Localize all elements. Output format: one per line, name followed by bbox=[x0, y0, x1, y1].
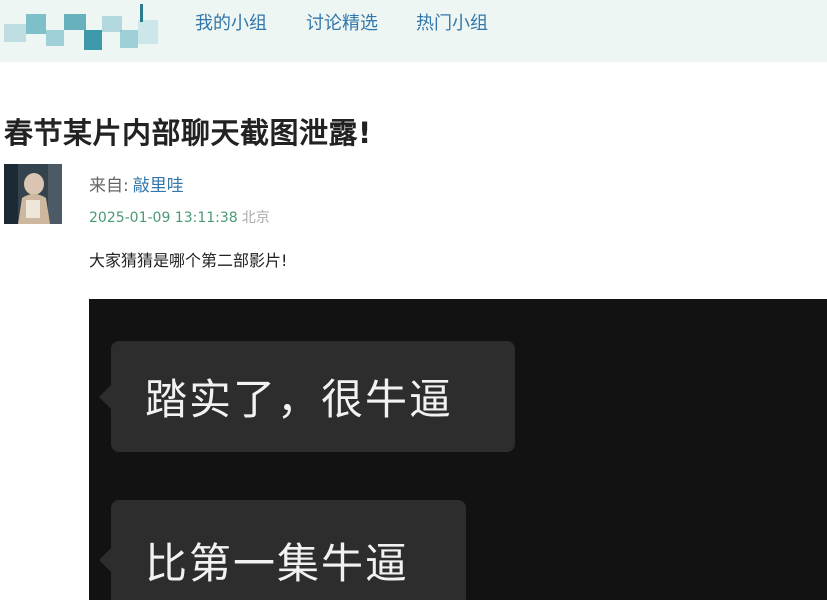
avatar[interactable] bbox=[4, 164, 62, 224]
nav-featured-discussions[interactable]: 讨论精选 bbox=[306, 9, 378, 35]
top-nav-bar: 我的小组 讨论精选 热门小组 bbox=[0, 0, 827, 62]
bubble-tail bbox=[99, 548, 111, 572]
chat-bubble: 比第一集牛逼 bbox=[99, 500, 466, 600]
author-link[interactable]: 敲里哇 bbox=[133, 176, 184, 196]
post-content: 大家猜猜是哪个第二部影片! bbox=[89, 251, 288, 270]
page-title: 春节某片内部聊天截图泄露! bbox=[4, 116, 372, 150]
site-logo[interactable] bbox=[0, 0, 165, 62]
post-meta: 2025-01-09 13:11:38 北京 bbox=[89, 207, 270, 227]
nav-my-groups[interactable]: 我的小组 bbox=[195, 9, 267, 35]
bubble-tail bbox=[99, 384, 111, 409]
from-label: 来自: bbox=[89, 176, 129, 196]
nav-hot-groups[interactable]: 热门小组 bbox=[416, 9, 488, 35]
chat-message-text: 比第一集牛逼 bbox=[145, 538, 410, 588]
chat-screenshot-image: 踏实了，很牛逼 比第一集牛逼 bbox=[89, 299, 827, 600]
avatar-photo bbox=[4, 164, 62, 224]
chat-bubble: 踏实了，很牛逼 bbox=[99, 341, 515, 452]
post-author-line: 来自: 敲里哇 bbox=[89, 171, 184, 196]
post-location: 北京 bbox=[241, 210, 270, 226]
chat-message-text: 踏实了，很牛逼 bbox=[145, 375, 454, 424]
post-datetime: 2025-01-09 13:11:38 bbox=[89, 210, 238, 226]
